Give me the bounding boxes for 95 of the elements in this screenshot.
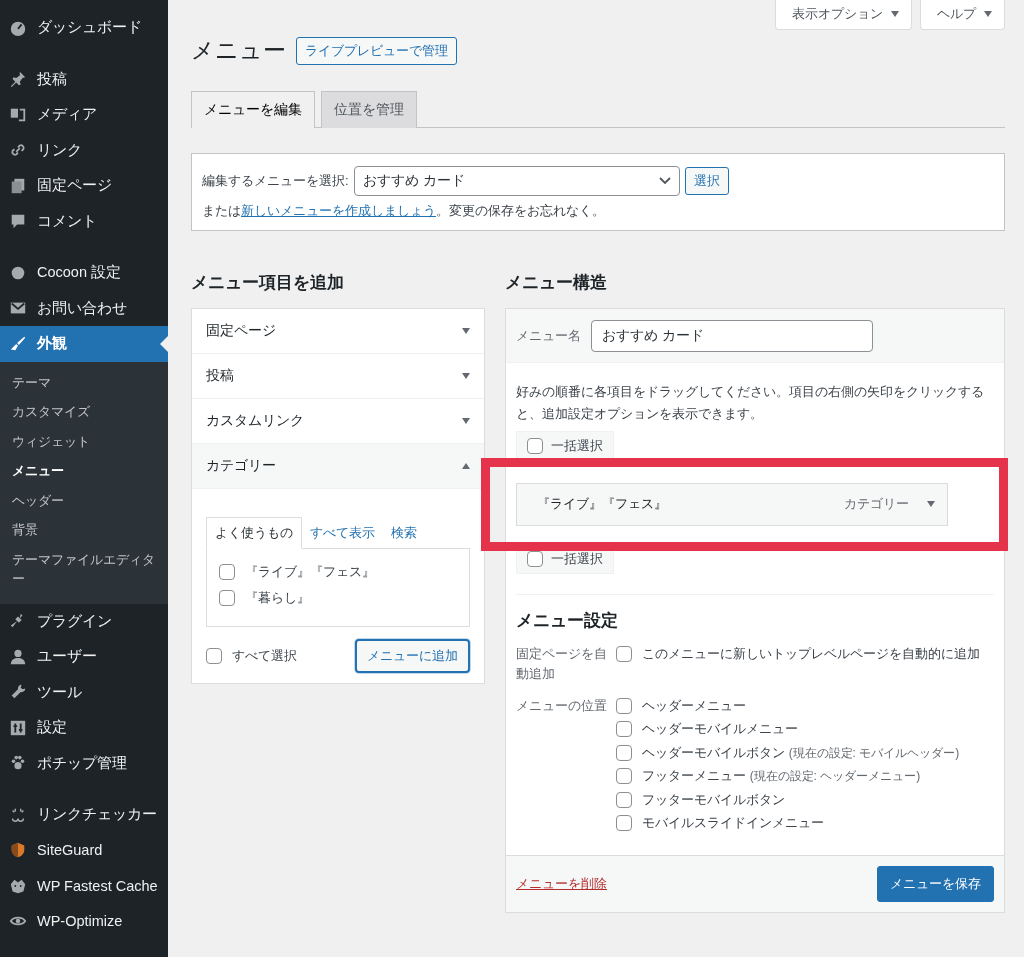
selector-note: または新しいメニューを作成しましょう。変更の保存をお忘れなく。 bbox=[202, 201, 606, 220]
menu-item-type: カテゴリー bbox=[844, 495, 909, 514]
delete-menu-link[interactable]: メニューを削除 bbox=[516, 875, 607, 894]
checkbox-label: 一括選択 bbox=[551, 549, 603, 568]
pages-icon bbox=[9, 176, 27, 195]
instructions-text: 好みの順番に各項目をドラッグしてください。項目の右側の矢印をクリックすると、追加設定オプションを表示できます。 bbox=[516, 382, 985, 423]
checkbox-label: フッターメニュー (現在の設定: ヘッダーメニュー) bbox=[642, 767, 921, 786]
tab[interactable]: 検索 bbox=[383, 517, 425, 548]
triangle-down-icon bbox=[462, 417, 470, 424]
page-title: メニュー bbox=[191, 36, 286, 66]
tab[interactable]: 位置を管理 bbox=[321, 90, 417, 128]
triangle-down-icon bbox=[927, 501, 935, 508]
sidebar-item[interactable]: ユーザー bbox=[0, 639, 168, 675]
user-icon bbox=[9, 647, 27, 666]
sidebar-item[interactable]: 外観 bbox=[0, 326, 168, 362]
select-button[interactable]: 選択 bbox=[684, 166, 729, 195]
checkbox-label: ヘッダーモバイルメニュー bbox=[642, 720, 798, 739]
chevron-down-icon bbox=[658, 176, 671, 185]
pushpin-icon bbox=[9, 70, 27, 89]
section-heading: メニュー設定 bbox=[516, 609, 619, 632]
paintbrush-icon bbox=[9, 334, 27, 353]
sidebar-item[interactable]: WP Fastest Cache bbox=[0, 868, 168, 904]
checkbox-label: モバイルスライドインメニュー bbox=[642, 814, 824, 833]
selector-label: 編集するメニューを選択: bbox=[202, 171, 349, 190]
sidebar-item[interactable]: メディア bbox=[0, 97, 168, 133]
checkbox-label: 『暮らし』 bbox=[245, 588, 310, 607]
triangle-down-icon bbox=[462, 327, 470, 334]
sidebar-item[interactable]: Cocoon 設定 bbox=[0, 255, 168, 291]
checkbox[interactable] bbox=[527, 437, 543, 454]
accordion-header[interactable]: カテゴリー bbox=[192, 443, 484, 489]
checkbox[interactable] bbox=[219, 589, 235, 606]
tab[interactable]: すべて表示 bbox=[302, 517, 383, 548]
dropdown-tab[interactable]: ヘルプ bbox=[920, 0, 1005, 30]
checkbox-label: 一括選択 bbox=[551, 436, 603, 455]
accordion-header[interactable]: 固定ページ bbox=[192, 308, 484, 354]
checkbox-label: ヘッダーモバイルボタン (現在の設定: モバイルヘッダー) bbox=[642, 743, 960, 762]
dropdown-tab[interactable]: 表示オプション bbox=[775, 0, 912, 30]
checkbox[interactable] bbox=[219, 563, 235, 580]
caret-icon bbox=[984, 11, 992, 17]
create-menu-link[interactable]: 新しいメニューを作成しましょう bbox=[241, 202, 436, 218]
sidebar-item[interactable]: 投稿 bbox=[0, 61, 168, 97]
checkbox-label: すべて選択 bbox=[232, 646, 297, 665]
submenu-item[interactable]: テーマファイルエディター bbox=[0, 544, 168, 594]
checkbox[interactable] bbox=[616, 791, 632, 808]
checkbox-label: フッターモバイルボタン bbox=[642, 790, 785, 809]
sidebar-item[interactable]: 固定ページ bbox=[0, 168, 168, 204]
checkbox[interactable] bbox=[616, 815, 632, 832]
checkbox[interactable] bbox=[206, 647, 222, 664]
sidebar-item[interactable]: リンクチェッカー bbox=[0, 797, 168, 833]
sidebar-item[interactable]: お問い合わせ bbox=[0, 290, 168, 326]
sidebar-item[interactable]: ダッシュボード bbox=[0, 10, 168, 46]
sidebar-item[interactable]: SiteGuard bbox=[0, 832, 168, 868]
submenu-item[interactable]: メニュー bbox=[0, 456, 168, 486]
sidebar-item[interactable]: リンク bbox=[0, 132, 168, 168]
checkbox[interactable] bbox=[616, 697, 632, 714]
settings-icon bbox=[9, 718, 27, 737]
checkbox-label: 『ライブ』『フェス』 bbox=[245, 562, 375, 581]
menu-item-title: 『ライブ』『フェス』 bbox=[537, 495, 668, 514]
field-label: メニューの位置 bbox=[516, 696, 608, 715]
section-heading: メニュー項目を追加 bbox=[191, 271, 345, 294]
submenu-item[interactable]: カスタマイズ bbox=[0, 397, 168, 427]
checkbox-label: ヘッダーメニュー bbox=[642, 696, 746, 715]
tab[interactable]: メニューを編集 bbox=[191, 90, 315, 128]
sidebar-item[interactable]: 設定 bbox=[0, 710, 168, 746]
sidebar-item[interactable]: ポチップ管理 bbox=[0, 745, 168, 781]
menu-item-bar[interactable]: 『ライブ』『フェス』 カテゴリー bbox=[516, 482, 948, 526]
field-label: 固定ページを自動追加 bbox=[516, 644, 608, 683]
sidebar-item[interactable]: コメント bbox=[0, 203, 168, 239]
submenu-item[interactable]: テーマ bbox=[0, 367, 168, 397]
shield-icon bbox=[9, 841, 27, 860]
bulk-select-control[interactable]: 一括選択 bbox=[516, 430, 614, 461]
accordion-header[interactable]: カスタムリンク bbox=[192, 398, 484, 444]
caret-icon bbox=[891, 11, 899, 17]
live-preview-button[interactable]: ライブプレビューで管理 bbox=[296, 36, 457, 65]
triangle-down-icon bbox=[462, 372, 470, 379]
menu-name-field[interactable]: おすすめ カード bbox=[591, 319, 873, 352]
tab[interactable]: よく使うもの bbox=[206, 516, 302, 549]
submenu-item[interactable]: ウィジェット bbox=[0, 426, 168, 456]
checkbox[interactable] bbox=[616, 645, 632, 662]
checkbox[interactable] bbox=[616, 744, 632, 761]
triangle-up-icon bbox=[462, 462, 470, 469]
accordion-header[interactable]: 投稿 bbox=[192, 353, 484, 399]
checkbox[interactable] bbox=[616, 768, 632, 785]
field-label: メニュー名 bbox=[516, 326, 581, 345]
section-heading: メニュー構造 bbox=[505, 271, 608, 294]
checkbox[interactable] bbox=[616, 721, 632, 738]
add-to-menu-button[interactable]: メニューに追加 bbox=[355, 638, 470, 673]
sidebar-item[interactable]: ツール bbox=[0, 674, 168, 710]
sidebar-item[interactable]: WP-Optimize bbox=[0, 903, 168, 939]
submenu-item[interactable]: ヘッダー bbox=[0, 485, 168, 515]
sidebar-item[interactable]: プラグイン bbox=[0, 603, 168, 639]
save-menu-button[interactable]: メニューを保存 bbox=[877, 866, 994, 903]
submenu-item[interactable]: 背景 bbox=[0, 515, 168, 545]
checkbox-label: このメニューに新しいトップレベルページを自動的に追加 bbox=[642, 644, 980, 663]
menu-dropdown[interactable]: おすすめ カード bbox=[353, 165, 680, 196]
